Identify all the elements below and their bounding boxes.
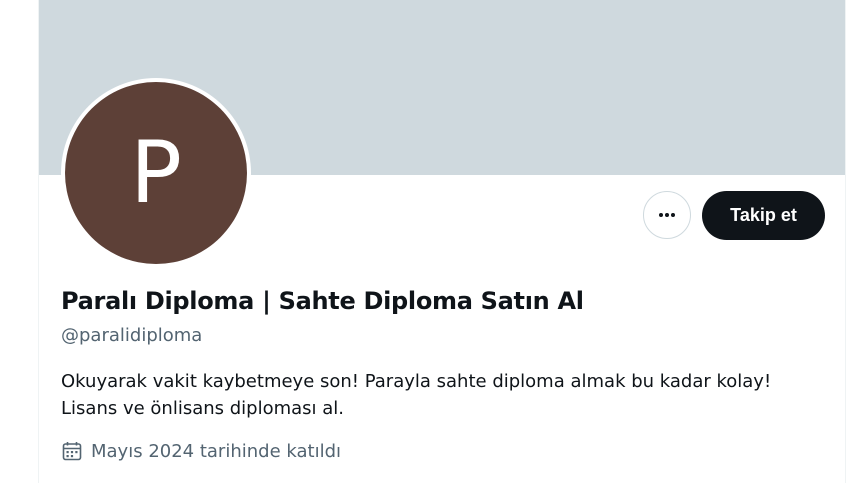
join-date: Mayıs 2024 tarihinde katıldı — [61, 440, 341, 462]
profile-display-name: Paralı Diploma | Sahte Diploma Satın Al — [61, 287, 584, 315]
profile-bio: Okuyarak vakit kaybetmeye son! Parayla s… — [61, 368, 821, 422]
avatar-letter: P — [130, 123, 182, 223]
profile-handle: @paralidiploma — [61, 325, 203, 346]
more-options-button[interactable] — [643, 191, 691, 239]
join-date-text: Mayıs 2024 tarihinde katıldı — [91, 440, 341, 462]
bio-line: Okuyarak vakit kaybetmeye son! Parayla s… — [61, 371, 772, 392]
follow-button-label: Takip et — [730, 205, 797, 225]
avatar[interactable]: P — [65, 82, 247, 264]
profile-column: P Takip et Paralı Diploma | Sahte Diplom… — [38, 0, 846, 483]
more-options-icon — [659, 213, 675, 217]
calendar-icon — [61, 440, 83, 462]
profile-page: P Takip et Paralı Diploma | Sahte Diplom… — [0, 0, 862, 483]
avatar-ring: P — [61, 78, 251, 268]
follow-button[interactable]: Takip et — [702, 191, 825, 240]
bio-line: Lisans ve önlisans diploması al. — [61, 398, 345, 419]
